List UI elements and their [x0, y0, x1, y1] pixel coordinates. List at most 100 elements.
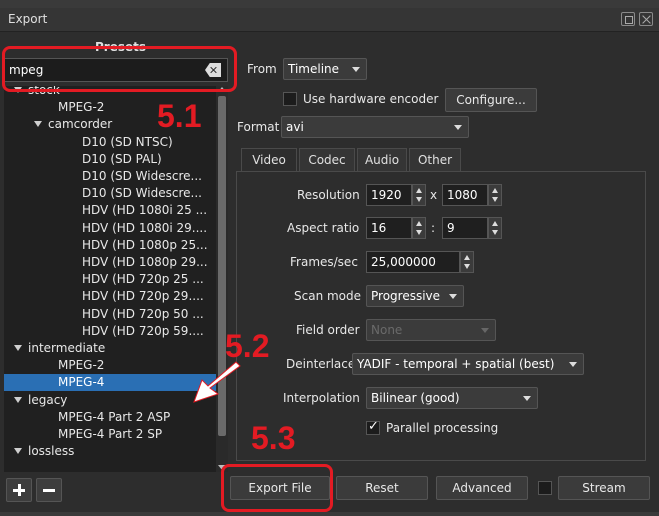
chevron-down-icon: [449, 294, 457, 299]
tree-item-label: D10 (SD PAL): [82, 151, 162, 166]
hardware-encoder-label: Use hardware encoder: [303, 92, 439, 106]
tree-item[interactable]: HDV (HD 1080i 29....: [4, 220, 216, 237]
tree-item-label: D10 (SD Widescre...: [82, 169, 202, 183]
field-order-value: None: [371, 323, 403, 337]
colon-separator: :: [431, 221, 436, 235]
tree-item[interactable]: HDV (HD 720p 25 ...: [4, 271, 216, 288]
tree-item[interactable]: D10 (SD Widescre...: [4, 168, 216, 185]
restore-icon[interactable]: [621, 12, 635, 26]
remove-preset-button[interactable]: [36, 478, 62, 502]
tree-item[interactable]: D10 (SD NTSC): [4, 134, 216, 151]
tree-item[interactable]: MPEG-4 Part 2 ASP: [4, 409, 216, 426]
tree-item-label: legacy: [28, 392, 68, 407]
scan-mode-value: Progressive: [371, 289, 441, 303]
tree-item-label: MPEG-2: [58, 100, 105, 115]
format-select[interactable]: avi: [281, 116, 469, 138]
preset-tree[interactable]: stock MPEG-2 camcorder D10 (SD NTSC) D10 (SD…: [4, 86, 216, 472]
format-label: Format: [237, 120, 280, 134]
hardware-encoder-checkbox[interactable]: [283, 92, 297, 106]
configure-button[interactable]: Configure...: [445, 88, 537, 112]
aspect-height-input[interactable]: 9: [442, 217, 488, 239]
tree-item[interactable]: D10 (SD PAL): [4, 151, 216, 168]
scan-mode-label: Scan mode: [294, 289, 362, 303]
field-order-label: Field order: [296, 323, 360, 337]
tree-item-label: MPEG-4: [58, 375, 105, 390]
aspect-width-spinner[interactable]: [412, 217, 426, 239]
add-preset-button[interactable]: [6, 478, 32, 502]
video-tab-pane: [236, 171, 646, 461]
interpolation-select[interactable]: Bilinear (good): [366, 387, 538, 409]
tree-item[interactable]: legacy: [4, 392, 216, 409]
tree-item[interactable]: HDV (HD 720p 50 ...: [4, 306, 216, 323]
aspect-height-spinner[interactable]: [488, 217, 502, 239]
annotation-arrow-icon: [193, 361, 241, 403]
tree-item-label: HDV (HD 720p 29....: [82, 289, 204, 304]
preset-scrollbar[interactable]: [216, 86, 228, 472]
annotation-label-5-1: 5.1: [157, 98, 202, 134]
title-bar: Export: [0, 8, 659, 32]
deinterlacer-label: Deinterlacer: [286, 357, 361, 371]
height-input[interactable]: 1080: [442, 184, 488, 206]
width-input[interactable]: 1920: [366, 184, 412, 206]
chevron-down-icon: [454, 125, 462, 130]
tab-video[interactable]: Video: [241, 148, 297, 173]
tree-item-label: D10 (SD Widescre...: [82, 186, 202, 201]
stream-button[interactable]: Stream: [558, 476, 650, 500]
fps-input[interactable]: 25,000000: [366, 251, 460, 273]
tree-item-label: lossless: [28, 444, 75, 459]
tree-item-label: HDV (HD 1080i 25 ...: [82, 203, 208, 218]
tree-item[interactable]: HDV (HD 720p 29....: [4, 288, 216, 305]
tree-item[interactable]: HDV (HD 720p 59....: [4, 323, 216, 340]
tree-item-label: HDV (HD 720p 25 ...: [82, 272, 204, 287]
aspect-width-input[interactable]: 16: [366, 217, 412, 239]
resolution-label: Resolution: [297, 188, 360, 202]
top-strip: [0, 0, 659, 8]
field-order-select[interactable]: None: [366, 319, 496, 341]
fps-spinner[interactable]: [460, 251, 474, 273]
parallel-processing-label: Parallel processing: [386, 421, 499, 435]
tree-item-label: HDV (HD 720p 59....: [82, 323, 204, 338]
annotation-box-export: [221, 464, 333, 512]
interpolation-value: Bilinear (good): [371, 391, 460, 405]
aspect-ratio-label: Aspect ratio: [287, 221, 360, 235]
from-select[interactable]: Timeline: [283, 58, 367, 80]
scan-mode-select[interactable]: Progressive: [366, 285, 464, 307]
tree-item[interactable]: intermediate: [4, 340, 216, 357]
tree-item-label: HDV (HD 1080p 29...: [82, 255, 208, 269]
tree-item[interactable]: lossless: [4, 443, 216, 460]
tab-codec[interactable]: Codec: [299, 148, 355, 172]
close-icon[interactable]: [639, 12, 653, 26]
parallel-processing-checkbox[interactable]: [366, 419, 380, 435]
chevron-down-icon: [481, 328, 489, 333]
bottom-strip: [0, 512, 659, 516]
fps-label: Frames/sec: [290, 255, 358, 269]
tree-item[interactable]: MPEG-2: [4, 357, 216, 374]
tree-item[interactable]: D10 (SD Widescre...: [4, 185, 216, 202]
tab-other[interactable]: Other: [409, 148, 461, 172]
window-title: Export: [8, 12, 48, 26]
tree-item[interactable]: HDV (HD 1080i 25 ...: [4, 202, 216, 219]
expand-arrow-icon[interactable]: [14, 345, 22, 351]
height-spinner[interactable]: [488, 184, 502, 206]
expand-arrow-icon[interactable]: [34, 121, 42, 128]
expand-arrow-icon[interactable]: [14, 396, 22, 403]
tree-item-label: HDV (HD 1080p 25...: [82, 237, 208, 252]
width-spinner[interactable]: [412, 184, 426, 206]
tree-item[interactable]: HDV (HD 1080p 25...: [4, 237, 216, 254]
tree-item-label: MPEG-2: [58, 358, 105, 373]
annotation-label-5-3: 5.3: [251, 420, 296, 456]
tree-item[interactable]: MPEG-4 Part 2 SP: [4, 426, 216, 443]
deinterlacer-select[interactable]: YADIF - temporal + spatial (best): [352, 353, 584, 375]
stream-toggle-checkbox[interactable]: [538, 481, 552, 495]
reset-button[interactable]: Reset: [336, 476, 428, 500]
tab-audio[interactable]: Audio: [357, 148, 407, 172]
chevron-down-icon: [352, 67, 360, 72]
tree-item[interactable]: MPEG-4: [4, 374, 216, 392]
tree-item[interactable]: HDV (HD 1080p 29...: [4, 254, 216, 271]
expand-arrow-icon[interactable]: [14, 448, 22, 455]
advanced-button[interactable]: Advanced: [436, 476, 528, 500]
tree-item-label: D10 (SD NTSC): [82, 134, 173, 149]
tree-item-label: HDV (HD 1080i 29....: [82, 220, 208, 235]
tree-item-label: MPEG-4 Part 2 ASP: [58, 409, 171, 424]
chevron-down-icon: [569, 362, 577, 367]
